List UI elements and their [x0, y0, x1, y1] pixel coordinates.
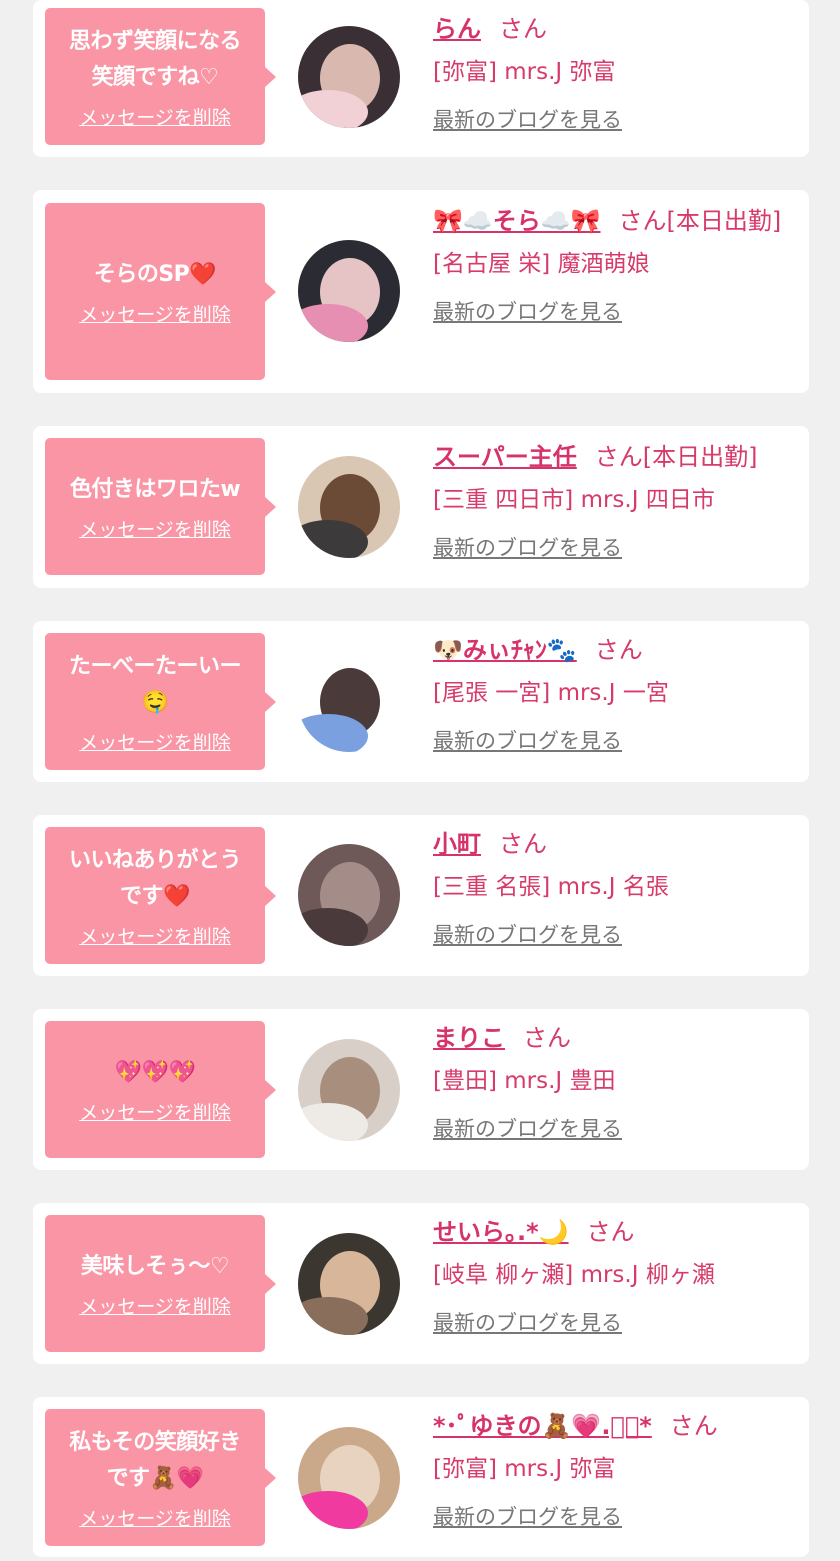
shop-label: [弥富] mrs.J 弥富 [433, 1456, 616, 1482]
honorific-text: さん [669, 1412, 718, 1440]
delete-message-link[interactable]: メッセージを削除 [45, 1507, 265, 1531]
name-line: 🐶みぃﾁｬﾝ🐾 さん [433, 629, 793, 671]
message-text: いいねありがとう [68, 847, 242, 873]
message-text: です🧸💗 [106, 1465, 204, 1491]
latest-blog-link[interactable]: 最新のブログを見る [433, 102, 793, 138]
message-card: 💖💖💖 メッセージを削除 まりこ さん [豊田] mrs.J 豊田最新のブログを見る [33, 1009, 809, 1170]
avatar[interactable] [298, 844, 400, 946]
message-text: 思わず笑顔になる [68, 28, 242, 54]
latest-blog-link[interactable]: 最新のブログを見る [433, 1111, 793, 1147]
profile-name-link[interactable]: 🎀☁️そら☁️🎀 [433, 207, 601, 235]
latest-blog-link[interactable]: 最新のブログを見る [433, 530, 793, 566]
profile-name-link[interactable]: らん [433, 15, 481, 43]
honorific-text: さん[本日出勤] [594, 443, 758, 471]
message-card: 美味しそぅ〜♡ メッセージを削除 せいら｡.*🌙 さん [岐阜 柳ヶ瀬] mrs.J 柳… [33, 1203, 809, 1364]
message-bubble: いいねありがとう です❤️ メッセージを削除 [45, 827, 276, 964]
honorific-text: さん [523, 1024, 571, 1052]
avatar[interactable] [298, 456, 400, 558]
profile-info: 🎀☁️そら☁️🎀 さん[本日出勤] [名古屋 栄] 魔酒萌娘最新のブログを見る [433, 200, 793, 330]
message-list: 思わず笑顔になる 笑顔ですね♡ メッセージを削除 らん さん [弥富] mrs.J 弥富最… [0, 0, 840, 1561]
profile-info: せいら｡.*🌙 さん [岐阜 柳ヶ瀬] mrs.J 柳ヶ瀬最新のブログを見る [433, 1211, 793, 1341]
message-text: 美味しそぅ〜♡ [80, 1253, 230, 1279]
latest-blog-link[interactable]: 最新のブログを見る [433, 917, 793, 953]
profile-info: らん さん [弥富] mrs.J 弥富最新のブログを見る [433, 8, 793, 138]
avatar[interactable] [298, 650, 400, 752]
shop-label: [名古屋 栄] 魔酒萌娘 [433, 251, 650, 277]
profile-name-link[interactable]: *･ﾟゆきの🧸💗.ﾟ･* [433, 1412, 652, 1440]
message-text: そらのSP❤️ [93, 261, 217, 287]
message-bubble: 思わず笑顔になる 笑顔ですね♡ メッセージを削除 [45, 8, 276, 145]
shop-label: [弥富] mrs.J 弥富 [433, 59, 616, 85]
honorific-text: さん [499, 15, 547, 43]
message-text: 色付きはワロたw [69, 476, 241, 502]
shop-label: [尾張 一宮] mrs.J 一宮 [433, 680, 669, 706]
honorific-text: さん [586, 1218, 635, 1246]
message-card: そらのSP❤️ メッセージを削除 🎀☁️そら☁️🎀 さん[本日出勤] [名古屋 栄] 魔… [33, 190, 809, 393]
message-text: たーべーたーいー [68, 653, 242, 679]
message-text: 私もその笑顔好き [69, 1429, 241, 1455]
name-line: 小町 さん [433, 823, 793, 865]
shop-label: [三重 四日市] mrs.J 四日市 [433, 487, 715, 513]
profile-info: スーパー主任 さん[本日出勤] [三重 四日市] mrs.J 四日市最新のブログを見… [433, 436, 793, 566]
shop-label: [豊田] mrs.J 豊田 [433, 1068, 616, 1094]
message-bubble: そらのSP❤️ メッセージを削除 [45, 203, 276, 380]
delete-message-link[interactable]: メッセージを削除 [45, 106, 265, 130]
delete-message-link[interactable]: メッセージを削除 [45, 303, 265, 327]
honorific-text: さん [499, 830, 547, 858]
avatar[interactable] [298, 1039, 400, 1141]
shop-label: [岐阜 柳ヶ瀬] mrs.J 柳ヶ瀬 [433, 1262, 715, 1288]
message-text: 🤤 [141, 689, 169, 715]
avatar[interactable] [298, 26, 400, 128]
latest-blog-link[interactable]: 最新のブログを見る [433, 1499, 793, 1535]
delete-message-link[interactable]: メッセージを削除 [45, 731, 265, 755]
honorific-text: さん [594, 636, 643, 664]
message-bubble: 私もその笑顔好き です🧸💗 メッセージを削除 [45, 1409, 276, 1546]
delete-message-link[interactable]: メッセージを削除 [45, 1101, 265, 1125]
delete-message-link[interactable]: メッセージを削除 [45, 1295, 265, 1319]
profile-name-link[interactable]: せいら｡.*🌙 [433, 1218, 569, 1246]
profile-name-link[interactable]: まりこ [433, 1024, 505, 1052]
name-line: せいら｡.*🌙 さん [433, 1211, 793, 1253]
profile-name-link[interactable]: 小町 [433, 830, 481, 858]
delete-message-link[interactable]: メッセージを削除 [45, 925, 265, 949]
name-line: *･ﾟゆきの🧸💗.ﾟ･* さん [433, 1405, 793, 1447]
profile-info: 小町 さん [三重 名張] mrs.J 名張最新のブログを見る [433, 823, 793, 953]
message-text: 💖💖💖 [114, 1059, 196, 1085]
profile-info: 🐶みぃﾁｬﾝ🐾 さん [尾張 一宮] mrs.J 一宮最新のブログを見る [433, 629, 793, 759]
name-line: らん さん [433, 8, 793, 50]
name-line: スーパー主任 さん[本日出勤] [433, 436, 793, 478]
message-card: 色付きはワロたw メッセージを削除 スーパー主任 さん[本日出勤] [三重 四日市] m… [33, 426, 809, 588]
honorific-text: さん[本日出勤] [618, 207, 782, 235]
message-bubble: 色付きはワロたw メッセージを削除 [45, 438, 276, 575]
message-card: いいねありがとう です❤️ メッセージを削除 小町 さん [三重 名張] mrs.J 名張… [33, 815, 809, 976]
message-card: 私もその笑顔好き です🧸💗 メッセージを削除 *･ﾟゆきの🧸💗.ﾟ･* さん [弥富] m… [33, 1397, 809, 1557]
message-bubble: 美味しそぅ〜♡ メッセージを削除 [45, 1215, 276, 1352]
profile-info: *･ﾟゆきの🧸💗.ﾟ･* さん [弥富] mrs.J 弥富最新のブログを見る [433, 1405, 793, 1535]
message-card: 思わず笑顔になる 笑顔ですね♡ メッセージを削除 らん さん [弥富] mrs.J 弥富最… [33, 0, 809, 157]
message-text: です❤️ [120, 883, 190, 909]
message-bubble: たーべーたーいー 🤤 メッセージを削除 [45, 633, 276, 770]
avatar[interactable] [298, 1427, 400, 1529]
profile-name-link[interactable]: スーパー主任 [433, 443, 577, 471]
latest-blog-link[interactable]: 最新のブログを見る [433, 1305, 793, 1341]
profile-name-link[interactable]: 🐶みぃﾁｬﾝ🐾 [433, 636, 577, 664]
delete-message-link[interactable]: メッセージを削除 [45, 518, 265, 542]
avatar[interactable] [298, 1233, 400, 1335]
message-text: 笑顔ですね♡ [91, 64, 219, 90]
name-line: まりこ さん [433, 1017, 793, 1059]
avatar[interactable] [298, 240, 400, 342]
latest-blog-link[interactable]: 最新のブログを見る [433, 723, 793, 759]
shop-label: [三重 名張] mrs.J 名張 [433, 874, 669, 900]
name-line: 🎀☁️そら☁️🎀 さん[本日出勤] [433, 200, 793, 242]
message-bubble: 💖💖💖 メッセージを削除 [45, 1021, 276, 1158]
profile-info: まりこ さん [豊田] mrs.J 豊田最新のブログを見る [433, 1017, 793, 1147]
latest-blog-link[interactable]: 最新のブログを見る [433, 294, 793, 330]
message-card: たーべーたーいー 🤤 メッセージを削除 🐶みぃﾁｬﾝ🐾 さん [尾張 一宮] mrs.J … [33, 621, 809, 782]
